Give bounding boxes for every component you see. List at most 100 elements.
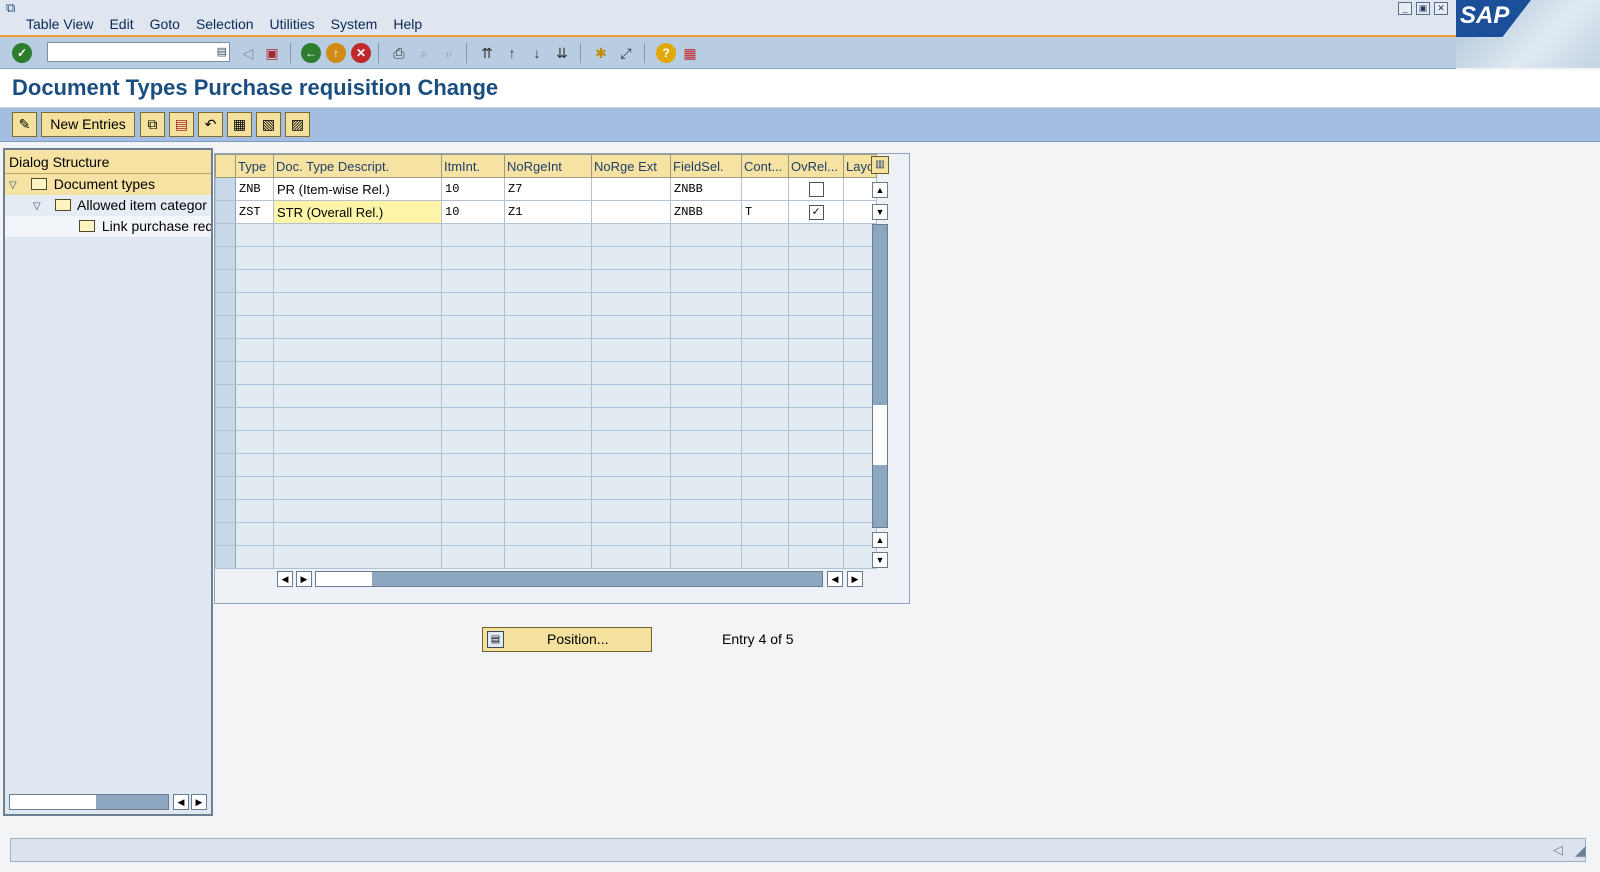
empty-cell[interactable] (441, 223, 505, 247)
row-selector[interactable] (215, 499, 236, 523)
empty-cell[interactable] (788, 522, 844, 546)
empty-cell[interactable] (741, 453, 789, 477)
menu-edit[interactable]: Edit (109, 16, 133, 32)
empty-cell[interactable] (504, 499, 592, 523)
maximize-icon[interactable]: ▣ (1416, 2, 1430, 15)
nav-item-document-types[interactable]: ▽ Document types (5, 174, 211, 195)
scroll-down-icon[interactable]: ▼ (872, 204, 888, 220)
help-icon[interactable]: ? (656, 43, 676, 63)
create-shortcut-icon[interactable]: ⤢ (616, 43, 636, 63)
empty-cell[interactable] (441, 476, 505, 500)
empty-cell[interactable] (788, 223, 844, 247)
new-session-icon[interactable]: ✱ (591, 43, 611, 63)
cell-type[interactable]: ZST (235, 200, 274, 224)
empty-cell[interactable] (504, 292, 592, 316)
empty-cell[interactable] (741, 522, 789, 546)
empty-cell[interactable] (441, 407, 505, 431)
empty-cell[interactable] (591, 384, 671, 408)
nav-item-link-purchase-req[interactable]: Link purchase req (5, 216, 211, 237)
table-horizontal-scrollbar[interactable]: ◀ ▶ ◀ ▶ (277, 570, 877, 588)
empty-cell[interactable] (591, 338, 671, 362)
minimize-icon[interactable]: _ (1398, 2, 1412, 15)
scroll-track[interactable] (9, 794, 169, 810)
empty-cell[interactable] (741, 338, 789, 362)
empty-cell[interactable] (273, 269, 442, 293)
empty-cell[interactable] (670, 384, 742, 408)
page-up-icon[interactable]: ▲ (872, 532, 888, 548)
empty-cell[interactable] (504, 522, 592, 546)
empty-cell[interactable] (235, 430, 274, 454)
column-header-norgeint[interactable]: NoRgeInt (504, 154, 592, 178)
empty-cell[interactable] (441, 522, 505, 546)
empty-cell[interactable] (788, 476, 844, 500)
empty-cell[interactable] (504, 407, 592, 431)
empty-cell[interactable] (235, 407, 274, 431)
empty-cell[interactable] (741, 246, 789, 270)
last-page-icon[interactable]: ⇊ (552, 43, 572, 63)
empty-cell[interactable] (788, 545, 844, 569)
empty-cell[interactable] (235, 292, 274, 316)
ovrel-checkbox[interactable]: ✓ (808, 204, 824, 220)
empty-cell[interactable] (441, 384, 505, 408)
empty-cell[interactable] (591, 545, 671, 569)
empty-cell[interactable] (670, 499, 742, 523)
expand-icon[interactable]: ▽ (9, 175, 23, 195)
command-input[interactable] (48, 43, 213, 61)
empty-cell[interactable] (741, 407, 789, 431)
delete-icon[interactable]: ▤ (169, 112, 194, 137)
column-header-norgeext[interactable]: NoRge Ext (591, 154, 671, 178)
scroll-thumb[interactable] (873, 405, 887, 465)
empty-cell[interactable] (235, 315, 274, 339)
cell-type[interactable]: ZNB (235, 177, 274, 201)
empty-cell[interactable] (504, 545, 592, 569)
empty-cell[interactable] (504, 384, 592, 408)
nav-item-allowed-item-categories[interactable]: ▽ Allowed item categor (5, 195, 211, 216)
empty-cell[interactable] (591, 476, 671, 500)
empty-cell[interactable] (741, 361, 789, 385)
empty-cell[interactable] (670, 361, 742, 385)
scroll-left-end-icon[interactable]: ◀ (827, 571, 843, 587)
scroll-thumb[interactable] (10, 795, 96, 809)
empty-cell[interactable] (273, 292, 442, 316)
layout-menu-icon[interactable]: ▦ (680, 43, 700, 63)
deselect-all-icon[interactable]: ▨ (285, 112, 310, 137)
empty-cell[interactable] (591, 430, 671, 454)
empty-cell[interactable] (441, 361, 505, 385)
empty-cell[interactable] (591, 223, 671, 247)
scroll-left-icon[interactable]: ◀ (277, 571, 293, 587)
empty-cell[interactable] (670, 269, 742, 293)
empty-cell[interactable] (273, 315, 442, 339)
select-block-icon[interactable]: ▧ (256, 112, 281, 137)
empty-cell[interactable] (788, 499, 844, 523)
empty-cell[interactable] (504, 246, 592, 270)
empty-cell[interactable] (741, 476, 789, 500)
empty-cell[interactable] (741, 223, 789, 247)
empty-cell[interactable] (670, 315, 742, 339)
empty-cell[interactable] (273, 338, 442, 362)
menu-table-view[interactable]: Table View (26, 16, 93, 32)
empty-cell[interactable] (591, 361, 671, 385)
empty-cell[interactable] (441, 430, 505, 454)
empty-cell[interactable] (670, 338, 742, 362)
scroll-right-icon[interactable]: ▶ (191, 794, 207, 810)
cell-norgeint[interactable]: Z1 (504, 200, 592, 224)
row-selector[interactable] (215, 430, 236, 454)
select-all-icon[interactable]: ▦ (227, 112, 252, 137)
empty-cell[interactable] (273, 453, 442, 477)
empty-cell[interactable] (504, 430, 592, 454)
empty-cell[interactable] (235, 223, 274, 247)
next-page-icon[interactable]: ↓ (527, 43, 547, 63)
empty-cell[interactable] (441, 545, 505, 569)
row-selector[interactable] (215, 269, 236, 293)
column-header-type[interactable]: Type (235, 154, 274, 178)
empty-cell[interactable] (670, 522, 742, 546)
empty-cell[interactable] (273, 223, 442, 247)
row-selector[interactable] (215, 407, 236, 431)
empty-cell[interactable] (788, 430, 844, 454)
empty-cell[interactable] (591, 407, 671, 431)
exit-icon[interactable]: ↑ (326, 43, 346, 63)
menu-goto[interactable]: Goto (150, 16, 180, 32)
cancel-icon[interactable]: ✕ (351, 43, 371, 63)
status-toggle-icon[interactable]: ◁ (1553, 842, 1563, 858)
row-selector[interactable] (215, 177, 236, 201)
